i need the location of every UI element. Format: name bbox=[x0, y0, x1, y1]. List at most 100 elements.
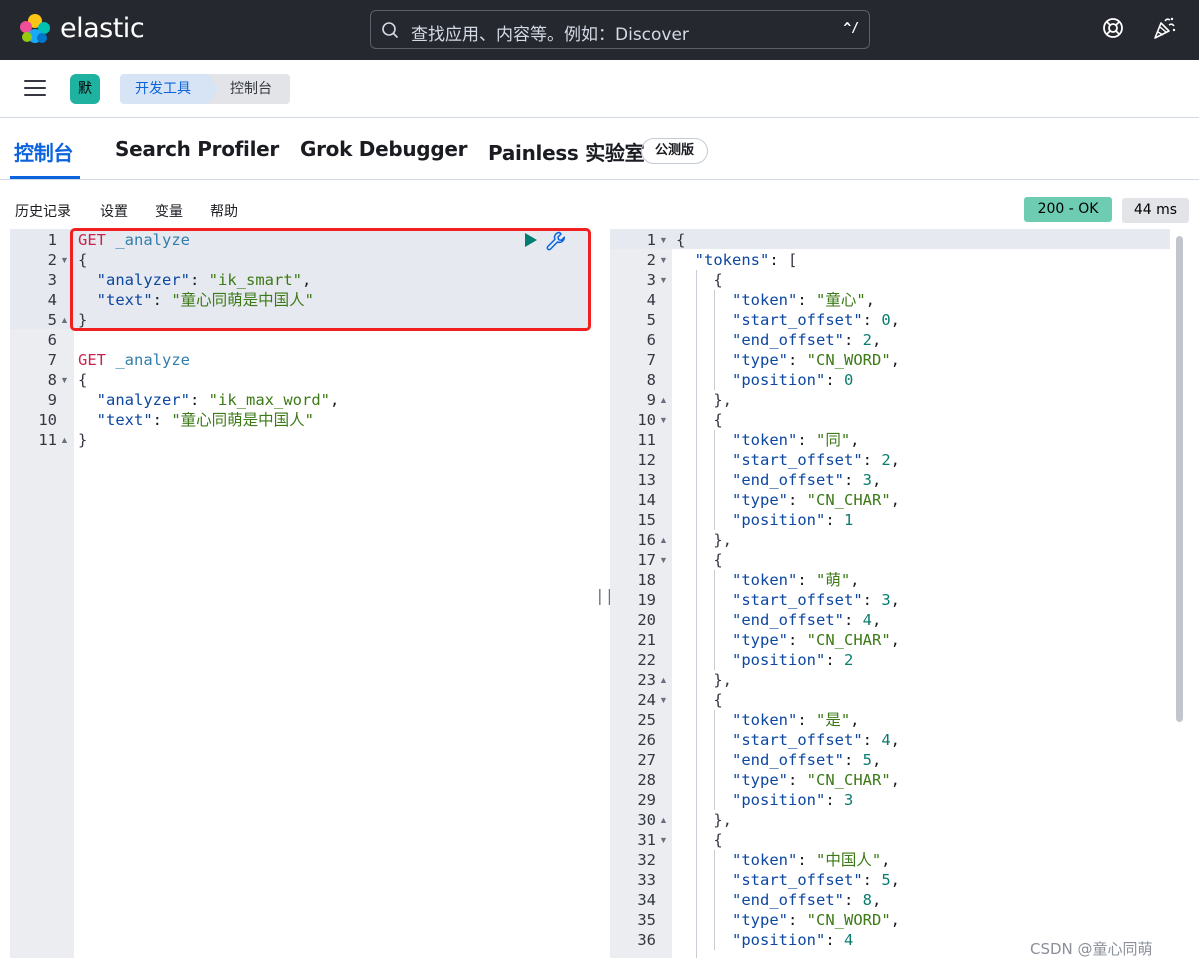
code-line: "end_offset": 5, bbox=[732, 751, 882, 769]
breadcrumb-console: 控制台 bbox=[208, 74, 290, 104]
fold-toggle-icon[interactable]: ▲ bbox=[60, 315, 69, 325]
fold-toggle-icon[interactable]: ▲ bbox=[659, 675, 668, 685]
search-shortcut: ^/ bbox=[843, 21, 859, 36]
line-number: 3 bbox=[646, 271, 656, 289]
history-link[interactable]: 历史记录 bbox=[15, 201, 71, 221]
fold-toggle-icon[interactable]: ▼ bbox=[659, 275, 668, 285]
line-number: 17 bbox=[637, 551, 656, 569]
line-number: 21 bbox=[637, 631, 656, 649]
code-line: "end_offset": 8, bbox=[732, 891, 882, 909]
code-line: "start_offset": 3, bbox=[732, 591, 901, 609]
code-line: "start_offset": 4, bbox=[732, 731, 901, 749]
search-input[interactable]: 查找应用、内容等。例如：Discover bbox=[411, 20, 689, 45]
fold-toggle-icon[interactable]: ▼ bbox=[659, 695, 668, 705]
code-line: } bbox=[78, 431, 88, 449]
line-number: 36 bbox=[637, 931, 656, 949]
line-number: 27 bbox=[637, 751, 656, 769]
code-line: "analyzer": "ik_max_word", bbox=[96, 391, 340, 409]
code-line: "token": "同", bbox=[732, 431, 860, 449]
menu-icon[interactable] bbox=[24, 80, 46, 98]
code-line: "text": "童心同萌是中国人" bbox=[96, 411, 315, 429]
fold-toggle-icon[interactable]: ▼ bbox=[659, 415, 668, 425]
code-line: "type": "CN_CHAR", bbox=[732, 771, 901, 789]
code-line: "end_offset": 4, bbox=[732, 611, 882, 629]
space-avatar[interactable]: 默 bbox=[70, 74, 100, 104]
fold-toggle-icon[interactable]: ▼ bbox=[659, 235, 668, 245]
breadcrumb-dev-tools[interactable]: 开发工具 bbox=[120, 74, 220, 104]
code-line: "end_offset": 2, bbox=[732, 331, 882, 349]
help-icon[interactable] bbox=[1101, 16, 1125, 40]
line-number: 19 bbox=[637, 591, 656, 609]
code-line: "token": "萌", bbox=[732, 571, 860, 589]
settings-link[interactable]: 设置 bbox=[100, 201, 128, 221]
fold-toggle-icon[interactable]: ▲ bbox=[60, 435, 69, 445]
fold-toggle-icon[interactable]: ▲ bbox=[659, 395, 668, 405]
line-number: 35 bbox=[637, 911, 656, 929]
brand-name[interactable]: elastic bbox=[60, 13, 145, 44]
line-number: 7 bbox=[646, 351, 656, 369]
code-line: }, bbox=[676, 811, 732, 829]
line-number: 34 bbox=[637, 891, 656, 909]
line-number: 6 bbox=[47, 331, 57, 349]
global-search[interactable]: 查找应用、内容等。例如：Discover ^/ bbox=[370, 10, 870, 49]
fold-toggle-icon[interactable]: ▼ bbox=[659, 555, 668, 565]
line-number: 13 bbox=[637, 471, 656, 489]
code-line: "start_offset": 2, bbox=[732, 451, 901, 469]
code-line: "type": "CN_CHAR", bbox=[732, 491, 901, 509]
highlight-box bbox=[70, 228, 591, 331]
news-icon[interactable] bbox=[1151, 15, 1177, 41]
indent-guide bbox=[714, 710, 715, 810]
line-number: 23 bbox=[637, 671, 656, 689]
line-number: 28 bbox=[637, 771, 656, 789]
top-header: elastic 查找应用、内容等。例如：Discover ^/ bbox=[0, 0, 1199, 60]
code-line: { bbox=[78, 371, 88, 389]
line-number: 2 bbox=[47, 251, 57, 269]
elastic-logo-icon[interactable] bbox=[18, 12, 52, 46]
wrench-icon[interactable] bbox=[545, 230, 567, 252]
fold-toggle-icon[interactable]: ▼ bbox=[659, 835, 668, 845]
line-number: 1 bbox=[47, 231, 57, 249]
help-link[interactable]: 帮助 bbox=[210, 201, 238, 221]
code-line: "position": 4 bbox=[732, 931, 854, 949]
line-number: 31 bbox=[637, 831, 656, 849]
line-number: 9 bbox=[646, 391, 656, 409]
fold-toggle-icon[interactable]: ▼ bbox=[60, 255, 69, 265]
code-line: "position": 1 bbox=[732, 511, 854, 529]
line-number: 15 bbox=[637, 511, 656, 529]
code-line: "end_offset": 3, bbox=[732, 471, 882, 489]
line-number: 10 bbox=[637, 411, 656, 429]
line-number: 18 bbox=[637, 571, 656, 589]
line-number: 3 bbox=[47, 271, 57, 289]
tab-console[interactable]: 控制台 bbox=[14, 137, 73, 166]
tab-search-profiler[interactable]: Search Profiler bbox=[115, 137, 279, 161]
line-number: 11 bbox=[38, 431, 57, 449]
fold-toggle-icon[interactable]: ▼ bbox=[659, 255, 668, 265]
request-editor[interactable] bbox=[74, 229, 590, 958]
code-line: "position": 0 bbox=[732, 371, 854, 389]
line-number: 9 bbox=[47, 391, 57, 409]
code-line: "start_offset": 0, bbox=[732, 311, 901, 329]
play-icon[interactable] bbox=[524, 232, 538, 248]
line-number: 8 bbox=[646, 371, 656, 389]
code-line: { bbox=[676, 411, 723, 429]
code-line: "type": "CN_WORD", bbox=[732, 351, 901, 369]
fold-toggle-icon[interactable]: ▲ bbox=[659, 815, 668, 825]
response-scrollbar[interactable] bbox=[1176, 236, 1183, 722]
line-number: 26 bbox=[637, 731, 656, 749]
code-line: "token": "中国人", bbox=[732, 851, 891, 869]
tab-painless-lab[interactable]: Painless 实验室 bbox=[488, 137, 645, 166]
indent-guide bbox=[714, 290, 715, 390]
line-number: 6 bbox=[646, 331, 656, 349]
code-line: { bbox=[676, 231, 686, 249]
fold-toggle-icon[interactable]: ▲ bbox=[659, 535, 668, 545]
code-line: "type": "CN_WORD", bbox=[732, 911, 901, 929]
line-number: 32 bbox=[637, 851, 656, 869]
variables-link[interactable]: 变量 bbox=[155, 201, 183, 221]
response-active-line bbox=[610, 229, 1170, 249]
indent-guide bbox=[714, 570, 715, 670]
code-line: }, bbox=[676, 671, 732, 689]
fold-toggle-icon[interactable]: ▼ bbox=[60, 375, 69, 385]
tab-grok-debugger[interactable]: Grok Debugger bbox=[300, 137, 467, 161]
line-number: 25 bbox=[637, 711, 656, 729]
code-line: "token": "童心", bbox=[732, 291, 876, 309]
